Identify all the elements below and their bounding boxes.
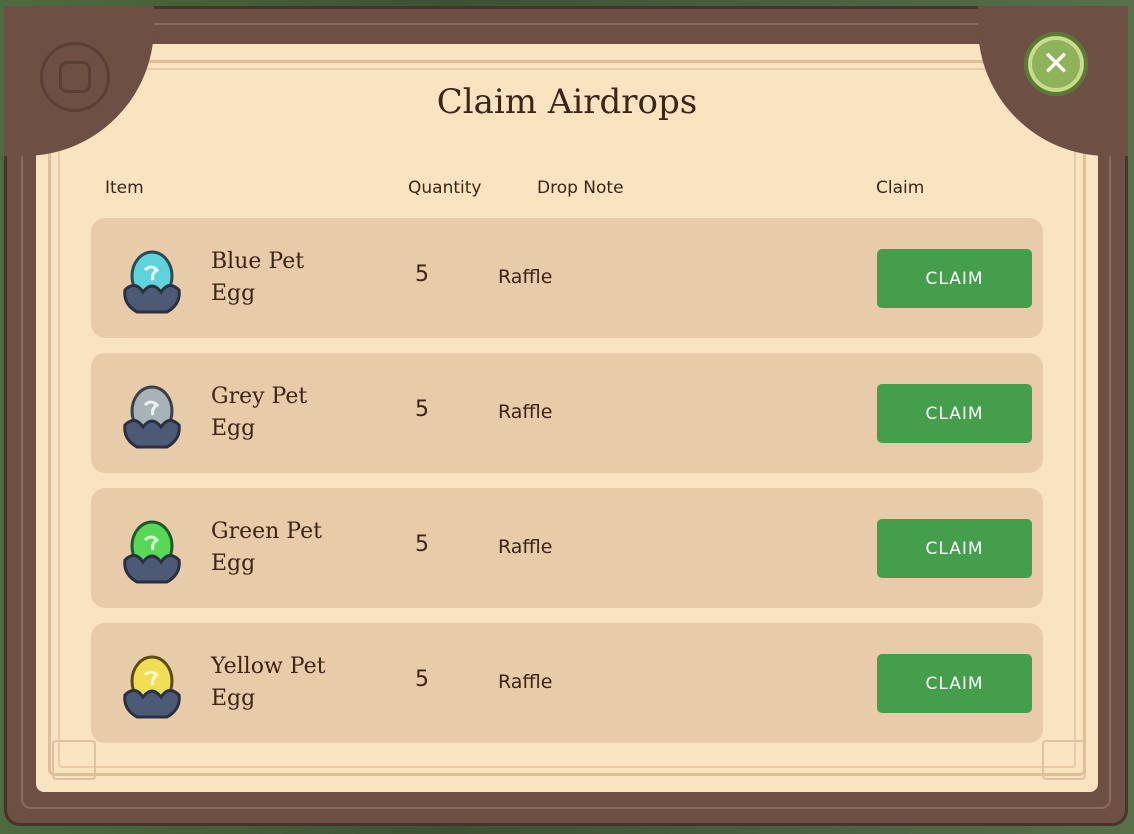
- drop-note: Raffle: [498, 266, 553, 288]
- claim-button[interactable]: CLAIM: [877, 654, 1032, 713]
- item-name-line2: Egg: [211, 551, 256, 576]
- bottom-right-ornament-icon: [1042, 740, 1086, 780]
- column-header-claim: Claim: [876, 178, 925, 198]
- item-name-line1: Green Pet: [211, 519, 322, 544]
- item-name-line2: Egg: [211, 281, 256, 306]
- column-header-item: Item: [105, 178, 144, 198]
- grey-egg-icon: [123, 385, 181, 449]
- item-name: Green Pet Egg: [211, 516, 371, 580]
- dialog-title: Claim Airdrops: [436, 82, 698, 122]
- bottom-left-ornament-icon: [52, 740, 96, 780]
- airdrop-row: Green Pet Egg 5 Raffle CLAIM: [91, 488, 1043, 608]
- item-name-line1: Blue Pet: [211, 249, 305, 274]
- close-button[interactable]: ✕: [1024, 32, 1088, 96]
- column-header-drop-note: Drop Note: [537, 178, 624, 198]
- item-name-line2: Egg: [211, 416, 256, 441]
- claim-button[interactable]: CLAIM: [877, 384, 1032, 443]
- drop-note: Raffle: [498, 401, 553, 423]
- airdrop-row: Blue Pet Egg 5 Raffle CLAIM: [91, 218, 1043, 338]
- item-quantity: 5: [415, 397, 429, 422]
- blue-egg-icon: [123, 250, 181, 314]
- airdrop-row: Grey Pet Egg 5 Raffle CLAIM: [91, 353, 1043, 473]
- item-name: Blue Pet Egg: [211, 246, 371, 310]
- item-quantity: 5: [415, 262, 429, 287]
- x-icon: ✕: [1041, 44, 1071, 84]
- airdrop-row: Yellow Pet Egg 5 Raffle CLAIM: [91, 623, 1043, 743]
- column-header-quantity: Quantity: [408, 178, 482, 198]
- drop-note: Raffle: [498, 536, 553, 558]
- item-name: Yellow Pet Egg: [211, 651, 371, 715]
- yellow-egg-icon: [123, 655, 181, 719]
- claim-button[interactable]: CLAIM: [877, 249, 1032, 308]
- item-name: Grey Pet Egg: [211, 381, 371, 445]
- item-name-line2: Egg: [211, 686, 256, 711]
- green-egg-icon: [123, 520, 181, 584]
- drop-note: Raffle: [498, 671, 553, 693]
- item-name-line1: Grey Pet: [211, 384, 308, 409]
- item-name-line1: Yellow Pet: [211, 654, 326, 679]
- claim-button[interactable]: CLAIM: [877, 519, 1032, 578]
- item-quantity: 5: [415, 667, 429, 692]
- item-quantity: 5: [415, 532, 429, 557]
